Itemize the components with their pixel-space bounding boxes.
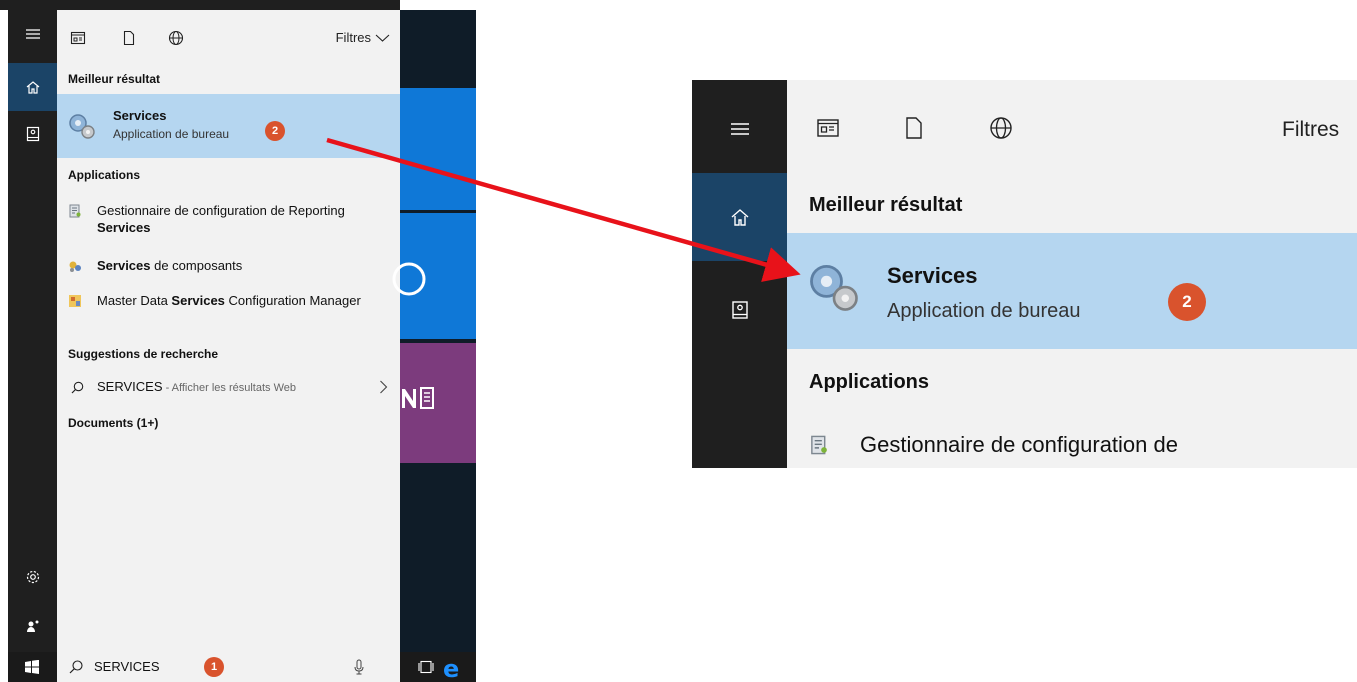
step-badge: 2 — [265, 121, 285, 141]
config-manager-icon — [811, 435, 827, 455]
taskbar: SERVICES 1 e — [8, 652, 476, 682]
web-suggestion-row[interactable]: SERVICES - Afficher les résultats Web — [68, 378, 388, 398]
chevron-right-icon — [380, 380, 388, 394]
suggestions-heading: Suggestions de recherche — [68, 347, 219, 361]
tile-cortana[interactable] — [392, 213, 476, 339]
config-manager-icon — [69, 204, 81, 218]
tile-blue[interactable] — [400, 88, 476, 210]
edge-browser-icon[interactable]: e — [443, 655, 459, 682]
chevron-down-icon — [375, 34, 390, 42]
services-gear-icon — [69, 114, 95, 139]
zoom-app-item-text: Gestionnaire de configuration de — [860, 432, 1178, 457]
component-services-icon — [69, 261, 81, 272]
filters-dropdown[interactable]: Filtres — [336, 30, 390, 45]
feedback-icon — [26, 620, 38, 632]
zoomed-detail: Filtres Meilleur résultat Services Appli… — [692, 80, 1357, 468]
zoom-hamburger-button[interactable] — [692, 85, 787, 173]
best-result-services[interactable]: Services Application de bureau 2 — [57, 94, 400, 158]
microphone-icon[interactable] — [354, 659, 364, 675]
app-item-reporting-services-config[interactable]: Gestionnaire de configuration de Reporti… — [68, 202, 388, 238]
app-item-text-pre: Master Data — [97, 293, 172, 308]
home-button[interactable] — [8, 63, 57, 111]
tile-onenote[interactable] — [400, 343, 476, 463]
start-left-rail — [8, 10, 57, 652]
web-suggestion-suffix: - Afficher les résultats Web — [162, 382, 296, 394]
task-view-icon[interactable] — [418, 660, 434, 674]
master-data-services-icon — [69, 295, 81, 307]
windows-logo-icon[interactable] — [25, 660, 39, 674]
app-item-master-data-services[interactable]: Master Data Services Configuration Manag… — [68, 292, 388, 328]
notebook-icon — [26, 126, 39, 142]
zoom-best-result-services[interactable]: Services Application de bureau 2 — [787, 233, 1357, 349]
app-item-text-bold: Services — [97, 220, 151, 235]
app-item-text-bold: Services — [97, 258, 151, 273]
gear-icon — [26, 570, 39, 584]
search-icon — [71, 381, 84, 394]
apps-filter-icon[interactable] — [816, 116, 840, 140]
app-item-component-services[interactable]: Services de composants — [68, 257, 388, 275]
apps-filter-icon[interactable] — [70, 30, 86, 46]
app-item-text-pre: Gestionnaire de configuration de Reporti… — [97, 203, 345, 218]
globe-icon[interactable] — [989, 116, 1013, 140]
zoom-notebook-button[interactable] — [692, 266, 787, 354]
zoom-applications-heading: Applications — [809, 371, 930, 393]
panel-header: Filtres — [57, 10, 400, 62]
taskbar-search-box[interactable]: SERVICES 1 — [57, 652, 400, 682]
search-results-panel: Filtres Meilleur résultat Services Appli… — [57, 10, 400, 652]
search-input-value: SERVICES — [94, 659, 160, 674]
best-result-name: Services — [113, 108, 167, 123]
app-item-text-bold: Services — [171, 293, 225, 308]
cortana-ring-icon — [392, 262, 426, 296]
screenshot-root: Filtres Meilleur résultat Services Appli… — [0, 0, 1357, 682]
zoom-best-result-name: Services — [887, 263, 978, 288]
feedback-button[interactable] — [8, 602, 57, 650]
applications-heading: Applications — [68, 168, 141, 182]
home-icon — [731, 209, 748, 226]
notebook-icon — [731, 301, 748, 319]
app-item-text-post: Configuration Manager — [224, 293, 361, 308]
settings-button[interactable] — [8, 553, 57, 601]
step-badge: 1 — [204, 657, 224, 677]
start-tiles-area — [392, 10, 476, 652]
zoom-filters-label[interactable]: Filtres — [1282, 118, 1339, 142]
zoom-best-result-heading: Meilleur résultat — [809, 194, 963, 216]
documents-filter-icon[interactable] — [121, 30, 137, 46]
zoom-left-rail — [692, 80, 787, 468]
app-item-text-post: de composants — [150, 258, 243, 273]
best-result-heading: Meilleur résultat — [68, 72, 161, 86]
search-icon — [69, 660, 83, 674]
documents-filter-icon[interactable] — [902, 116, 926, 140]
onenote-icon — [402, 387, 434, 409]
notebook-button[interactable] — [8, 110, 57, 158]
zoom-best-result-subtitle: Application de bureau — [887, 300, 1081, 322]
step-badge: 2 — [1168, 283, 1206, 321]
home-icon — [26, 81, 39, 94]
documents-heading[interactable]: Documents (1+) — [68, 416, 158, 430]
globe-icon[interactable] — [168, 30, 184, 46]
filters-label: Filtres — [335, 30, 371, 45]
hamburger-icon — [730, 123, 749, 135]
hamburger-menu-button[interactable] — [8, 10, 57, 58]
best-result-subtitle: Application de bureau — [113, 127, 230, 141]
window-top-strip — [0, 0, 400, 10]
services-gear-icon — [810, 264, 858, 311]
web-suggestion-query: SERVICES — [97, 379, 163, 394]
zoom-home-button[interactable] — [692, 173, 787, 261]
hamburger-icon — [25, 29, 40, 39]
